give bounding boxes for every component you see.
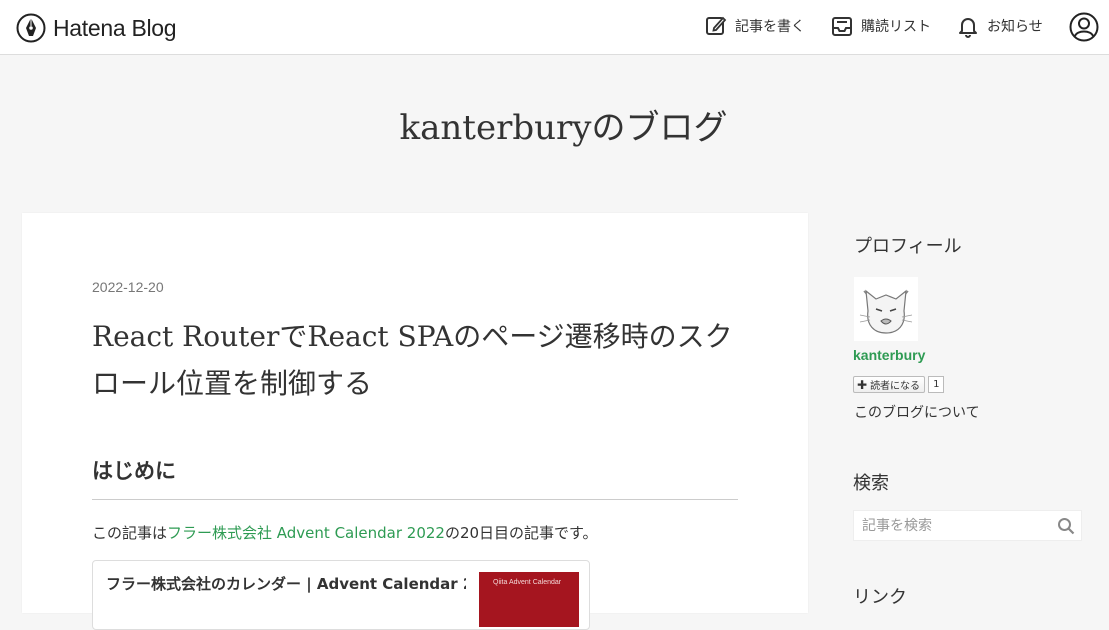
reader-count: 1 bbox=[928, 376, 945, 393]
notifications-label: お知らせ bbox=[987, 19, 1043, 35]
profile-username[interactable]: kanterbury bbox=[853, 347, 925, 363]
entry-card: 2022-12-20 React RouterでReact SPAのページ遷移時… bbox=[22, 213, 808, 630]
profile-heading: プロフィール bbox=[854, 236, 962, 257]
intro-prefix: この記事は bbox=[92, 524, 168, 542]
entry-title[interactable]: React RouterでReact SPAのページ遷移時のスクロール位置を制御… bbox=[92, 313, 742, 407]
entry-date[interactable]: 2022-12-20 bbox=[92, 279, 164, 295]
subscribe-label: 読者になる bbox=[870, 381, 921, 392]
edit-icon bbox=[706, 16, 727, 35]
brand-name: Hatena Blog bbox=[53, 14, 177, 41]
bell-icon bbox=[959, 18, 977, 38]
inbox-icon bbox=[832, 17, 852, 36]
intro-suffix: の20日目の記事です。 bbox=[444, 524, 598, 542]
links-heading: リンク bbox=[853, 587, 907, 608]
embed-thumbnail-text: Qiita Advent Calendar bbox=[493, 579, 562, 586]
subscribe-button[interactable]: ✚ 読者になる 1 bbox=[853, 376, 945, 393]
search-box bbox=[853, 510, 1082, 541]
write-entry-link[interactable]: 記事を書く bbox=[704, 14, 805, 38]
blog-title[interactable]: kanterburyのブログ bbox=[0, 100, 1109, 149]
hatena-blog-logo[interactable]: Hatena Blog bbox=[16, 13, 177, 43]
advent-calendar-link[interactable]: フラー株式会社 Advent Calendar 2022 bbox=[167, 524, 445, 542]
search-icon[interactable] bbox=[1057, 517, 1075, 535]
about-blog-link[interactable]: このブログについて bbox=[854, 402, 980, 422]
global-header: Hatena Blog 記事を書く 購読リスト お知らせ bbox=[0, 0, 1109, 55]
profile-avatar[interactable] bbox=[854, 277, 918, 341]
write-entry-label: 記事を書く bbox=[735, 19, 805, 35]
notifications-link[interactable]: お知らせ bbox=[956, 14, 1043, 38]
intro-paragraph: この記事はフラー株式会社 Advent Calendar 2022の20日目の記… bbox=[92, 522, 598, 543]
search-input[interactable] bbox=[860, 517, 1054, 535]
subscribe-button-body[interactable]: ✚ 読者になる bbox=[853, 376, 926, 393]
plus-icon: ✚ bbox=[857, 377, 868, 392]
section-heading: はじめに bbox=[92, 455, 738, 500]
subscription-list-label: 購読リスト bbox=[861, 19, 931, 35]
pen-nib-icon bbox=[16, 13, 46, 43]
subscription-list-link[interactable]: 購読リスト bbox=[830, 14, 931, 38]
user-account-icon[interactable] bbox=[1069, 12, 1099, 42]
embed-card[interactable]: フラー株式会社のカレンダー | Advent Calendar 2022 - Q… bbox=[92, 560, 590, 630]
embed-title[interactable]: フラー株式会社のカレンダー | Advent Calendar 2022 - Q… bbox=[106, 573, 466, 594]
search-heading: 検索 bbox=[853, 473, 889, 494]
